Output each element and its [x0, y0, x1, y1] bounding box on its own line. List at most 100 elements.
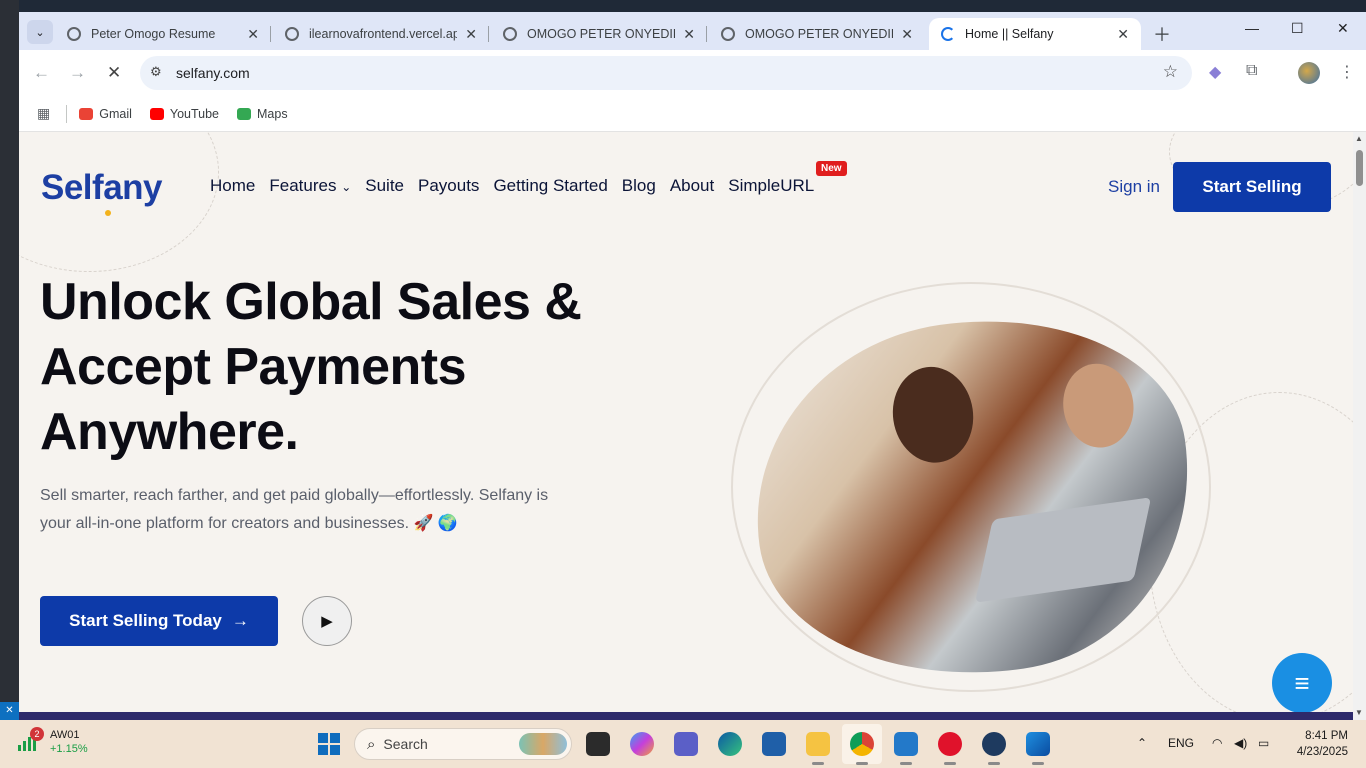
webpage: Selfany Home Features ⌄ Suite Payouts Ge…	[19, 132, 1353, 712]
bookmark-gmail[interactable]: Gmail	[79, 107, 132, 121]
start-selling-button[interactable]: Start Selling	[1173, 162, 1331, 212]
notification-count: 2	[30, 727, 44, 741]
minimize-icon[interactable]: —	[1245, 20, 1259, 36]
screen: ✕ ⌄ Peter Omogo Resume ✕ ilearnovafronte…	[0, 0, 1366, 768]
chat-lines-icon: ≡	[1294, 667, 1310, 698]
close-tab-icon[interactable]: ✕	[683, 26, 695, 43]
close-tab-icon[interactable]: ✕	[1117, 26, 1129, 43]
tab-title: OMOGO PETER ONYEDIKA |	[527, 27, 675, 41]
store-icon[interactable]	[762, 732, 786, 756]
photos-icon[interactable]	[1026, 732, 1050, 765]
taskbar-search[interactable]: ⌕ Search	[354, 728, 572, 760]
tab-ilearnova[interactable]: ilearnovafrontend.vercel.app ✕	[273, 18, 489, 50]
bookmarks-bar: ▦ Gmail YouTube Maps	[19, 96, 1366, 132]
copilot-icon[interactable]	[630, 732, 654, 756]
speaker-icon[interactable]: ◀)	[1234, 736, 1247, 750]
tab-title: Home || Selfany	[965, 27, 1054, 41]
browser-toolbar: ← → ✕ ⚙ selfany.com ☆ ◆ ⧉ ⋮	[19, 50, 1366, 96]
laptop-figure	[975, 497, 1152, 603]
play-icon: ▶	[321, 613, 333, 630]
nav-features[interactable]: Features ⌄	[269, 176, 351, 196]
tab-omogo-peter-1[interactable]: OMOGO PETER ONYEDIKA | ✕	[491, 18, 707, 50]
clock-date: 4/23/2025	[1296, 746, 1348, 758]
battery-icon[interactable]: ▭	[1258, 736, 1269, 750]
nav-home[interactable]: Home	[210, 176, 255, 196]
bookmark-youtube[interactable]: YouTube	[149, 107, 219, 121]
extension-icon[interactable]: ◆	[1209, 62, 1221, 82]
close-tab-icon[interactable]: ✕	[465, 26, 477, 43]
hero-subtitle: Sell smarter, reach farther, and get pai…	[40, 487, 549, 532]
url-text: selfany.com	[176, 65, 250, 81]
chat-widget-button[interactable]: ≡	[1272, 653, 1332, 712]
tab-omogo-peter-2[interactable]: OMOGO PETER ONYEDIKA | ✕	[709, 18, 925, 50]
maps-icon	[237, 107, 252, 120]
edge-icon[interactable]	[718, 732, 742, 756]
task-view-icon[interactable]	[586, 732, 610, 756]
teams-icon[interactable]	[674, 732, 698, 756]
opera-icon[interactable]	[938, 732, 962, 765]
site-info-icon[interactable]: ⚙	[150, 64, 162, 80]
nav-about[interactable]: About	[670, 176, 714, 196]
close-tab-icon[interactable]: ✕	[901, 26, 913, 43]
start-selling-today-button[interactable]: Start Selling Today →	[40, 596, 278, 646]
search-icon: ⌕	[367, 735, 376, 753]
nav-payouts[interactable]: Payouts	[418, 176, 479, 196]
cta-label: Start Selling Today	[69, 611, 222, 630]
bookmarks-divider	[66, 104, 68, 123]
play-video-button[interactable]: ▶	[302, 596, 352, 646]
tab-strip: ⌄ Peter Omogo Resume ✕ ilearnovafrontend…	[19, 12, 1366, 50]
bookmark-label: Gmail	[99, 106, 132, 121]
logo-text: Selfany	[41, 168, 163, 207]
file-explorer-icon[interactable]	[806, 732, 830, 765]
nav-features-label: Features	[269, 176, 337, 195]
scroll-down-icon[interactable]: ▼	[1355, 708, 1363, 717]
scroll-thumb[interactable]	[1356, 150, 1363, 186]
selfany-logo[interactable]: Selfany	[41, 168, 163, 216]
chevron-up-icon[interactable]: ⌃	[1137, 736, 1147, 750]
maximize-icon[interactable]: ☐	[1291, 20, 1304, 37]
windows-start-icon[interactable]	[318, 733, 340, 755]
new-badge: New	[816, 161, 847, 176]
back-icon[interactable]: ←	[33, 63, 50, 83]
more-menu-icon[interactable]: ⋮	[1339, 62, 1355, 82]
bookmark-maps[interactable]: Maps	[237, 107, 288, 121]
nav-getting-started[interactable]: Getting Started	[493, 176, 607, 196]
language-indicator[interactable]: ENG	[1168, 736, 1194, 750]
tab-selfany-home[interactable]: Home || Selfany ✕	[929, 18, 1141, 50]
page-scrollbar[interactable]: ▲ ▼	[1353, 132, 1366, 720]
clock-time: 8:41 PM	[1305, 730, 1348, 742]
tab-search-button[interactable]: ⌄	[27, 20, 53, 44]
nav-suite[interactable]: Suite	[365, 176, 404, 196]
scroll-up-icon[interactable]: ▲	[1355, 134, 1363, 143]
sign-in-link[interactable]: Sign in	[1108, 177, 1160, 197]
nav-blog[interactable]: Blog	[622, 176, 656, 196]
close-tab-icon[interactable]: ✕	[247, 26, 259, 43]
stop-loading-icon[interactable]: ✕	[107, 63, 121, 83]
forward-icon[interactable]: →	[69, 63, 86, 83]
logo-dot-icon	[105, 210, 111, 216]
chrome-icon[interactable]	[850, 732, 874, 765]
vscode-icon[interactable]	[894, 732, 918, 765]
tab-peter-omogo-resume[interactable]: Peter Omogo Resume ✕	[55, 18, 271, 50]
new-tab-button[interactable]: ＋	[1153, 21, 1171, 47]
bookmark-star-icon[interactable]: ☆	[1163, 62, 1178, 82]
bookmark-label: Maps	[257, 106, 288, 121]
address-bar[interactable]: ⚙ selfany.com ☆	[140, 56, 1192, 90]
profile-avatar[interactable]	[1298, 62, 1320, 84]
globe-icon	[285, 27, 299, 41]
globe-icon	[721, 27, 735, 41]
stock-name: AW01	[50, 729, 80, 741]
person-figure	[1057, 359, 1139, 453]
apps-grid-icon[interactable]: ▦	[37, 105, 50, 122]
nav-simpleurl[interactable]: SimpleURL	[728, 176, 814, 196]
puzzle-icon[interactable]: ⧉	[1246, 62, 1257, 80]
stock-widget[interactable]: 2 AW01 +1.15%	[18, 727, 88, 756]
desktop-left-edge: ✕	[0, 0, 19, 720]
vscode-edge-icon: ✕	[0, 702, 19, 720]
search-highlight-image	[519, 733, 567, 755]
wordpress-icon[interactable]	[982, 732, 1006, 765]
close-window-icon[interactable]: ✕	[1337, 20, 1349, 37]
system-clock[interactable]: 8:41 PM 4/23/2025	[1284, 728, 1348, 760]
tab-title: Peter Omogo Resume	[91, 27, 216, 41]
wifi-icon[interactable]: ◠	[1212, 736, 1222, 750]
